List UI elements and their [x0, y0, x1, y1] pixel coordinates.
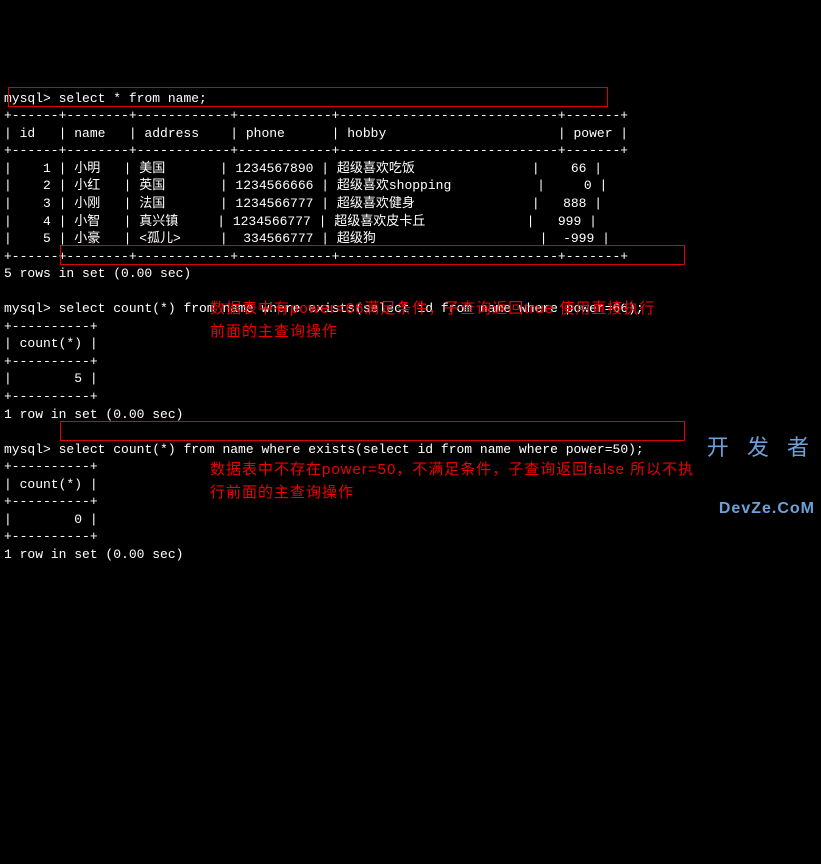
table-row: | 0 |: [4, 512, 98, 527]
watermark: 开 发 者 DevZe.CoM: [707, 398, 815, 537]
table-row: | 4 | 小智 | 真兴镇 | 1234566777 | 超级喜欢皮卡丘 | …: [4, 214, 597, 229]
table-row: | 5 | 小豪 | <孤儿> | 334566777 | 超级狗 | -999…: [4, 231, 610, 246]
table-border: +----------+: [4, 459, 98, 474]
annotation-2: 数据表中不存在power=50，不满足条件，子查询返回false 所以不执行前面…: [210, 459, 710, 504]
result-footer: 5 rows in set (0.00 sec): [4, 266, 191, 281]
table-border: +------+--------+------------+----------…: [4, 108, 628, 123]
table-border: +----------+: [4, 529, 98, 544]
table-border: +----------+: [4, 354, 98, 369]
table-row: | 3 | 小刚 | 法国 | 1234566777 | 超级喜欢健身 | 88…: [4, 196, 602, 211]
table-header: | id | name | address | phone | hobby | …: [4, 126, 628, 141]
annotation-1: 数据表中有power=66满足条件，子查询返回true 使用直接执行前面的主查询…: [210, 298, 670, 343]
table-border: +----------+: [4, 389, 98, 404]
table-border: +------+--------+------------+----------…: [4, 143, 628, 158]
result-footer: 1 row in set (0.00 sec): [4, 547, 183, 562]
mysql-prompt[interactable]: mysql>: [4, 442, 51, 457]
table-header: | count(*) |: [4, 477, 98, 492]
table-row: | 2 | 小红 | 英国 | 1234566666 | 超级喜欢shoppin…: [4, 178, 607, 193]
table-row: | 1 | 小明 | 美国 | 1234567890 | 超级喜欢吃饭 | 66…: [4, 161, 602, 176]
table-border: +----------+: [4, 319, 98, 334]
table-header: | count(*) |: [4, 336, 98, 351]
watermark-line1: 开 发 者: [707, 433, 815, 463]
result-footer: 1 row in set (0.00 sec): [4, 407, 183, 422]
mysql-prompt[interactable]: mysql>: [4, 91, 51, 106]
mysql-prompt[interactable]: mysql>: [4, 301, 51, 316]
sql-query-3: select count(*) from name where exists(s…: [59, 442, 644, 457]
sql-query-1: select * from name;: [59, 91, 207, 106]
table-border: +----------+: [4, 494, 98, 509]
watermark-line2: DevZe.CoM: [707, 498, 815, 520]
table-row: | 5 |: [4, 371, 98, 386]
table-border: +------+--------+------------+----------…: [4, 249, 628, 264]
